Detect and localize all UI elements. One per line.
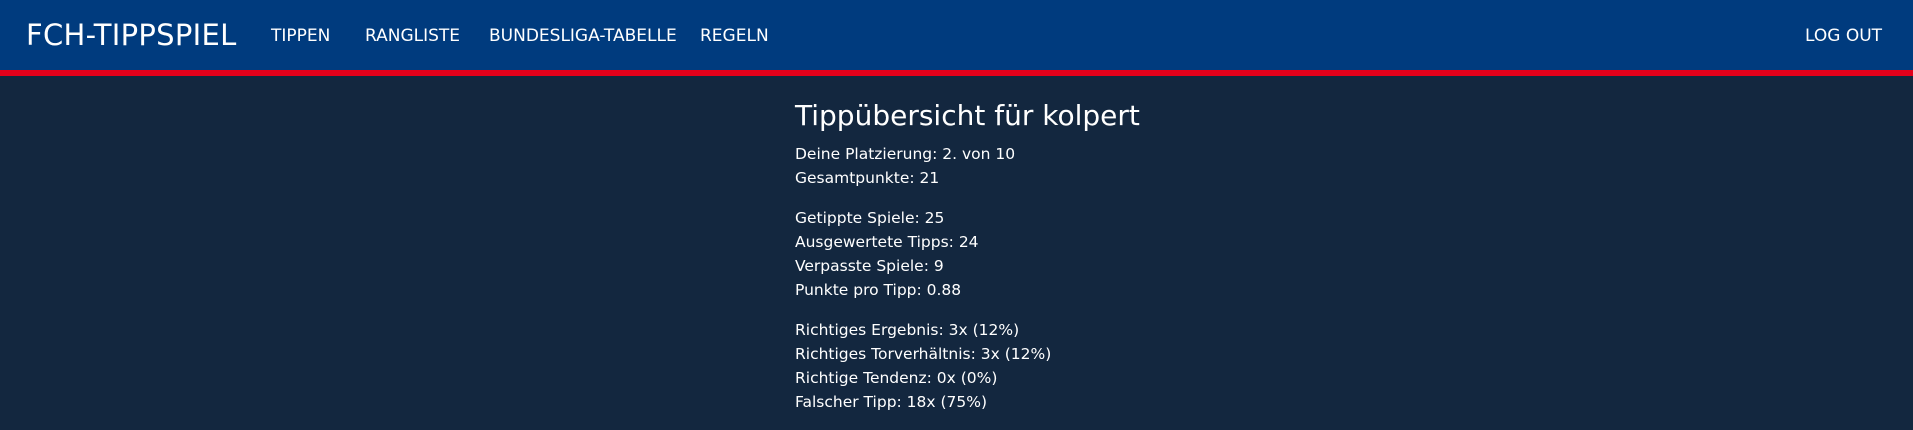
nav-item-rangliste[interactable]: RANGLISTE <box>365 0 460 72</box>
stat-missed-games: Verpasste Spiele: 9 <box>795 257 944 275</box>
page-title: Tippübersicht für kolpert <box>795 99 1140 132</box>
stat-tipped-games: Getippte Spiele: 25 <box>795 209 945 227</box>
top-navbar: FCH-TIPPSPIEL TIPPEN RANGLISTE BUNDESLIG… <box>0 0 1913 76</box>
stat-correct-result: Richtiges Ergebnis: 3x (12%) <box>795 321 1020 339</box>
stat-wrong-tip: Falscher Tipp: 18x (75%) <box>795 393 988 411</box>
brand-logo-link[interactable]: FCH-TIPPSPIEL <box>26 0 237 70</box>
stat-points-per-tip: Punkte pro Tipp: 0.88 <box>795 281 962 299</box>
stat-placement: Deine Platzierung: 2. von 10 <box>795 145 1016 163</box>
logout-link[interactable]: LOG OUT <box>1805 0 1882 72</box>
nav-item-regeln[interactable]: REGELN <box>700 0 769 72</box>
tip-overview-panel: Tippübersicht für kolpert Deine Platzier… <box>795 98 1495 430</box>
stat-correct-goal-difference: Richtiges Torverhältnis: 3x (12%) <box>795 345 1052 363</box>
nav-item-bundesliga-tabelle[interactable]: BUNDESLIGA-TABELLE <box>489 0 677 72</box>
stat-evaluated-tips: Ausgewertete Tipps: 24 <box>795 233 979 251</box>
ranking-stats-group: Deine Platzierung: 2. von 10 Gesamtpunkt… <box>795 142 1495 190</box>
tip-accuracy-stats-group: Richtiges Ergebnis: 3x (12%) Richtiges T… <box>795 318 1495 414</box>
nav-item-tippen[interactable]: TIPPEN <box>271 0 330 72</box>
tip-count-stats-group: Getippte Spiele: 25 Ausgewertete Tipps: … <box>795 206 1495 302</box>
stat-correct-tendency: Richtige Tendenz: 0x (0%) <box>795 369 998 387</box>
stat-total-points: Gesamtpunkte: 21 <box>795 169 940 187</box>
